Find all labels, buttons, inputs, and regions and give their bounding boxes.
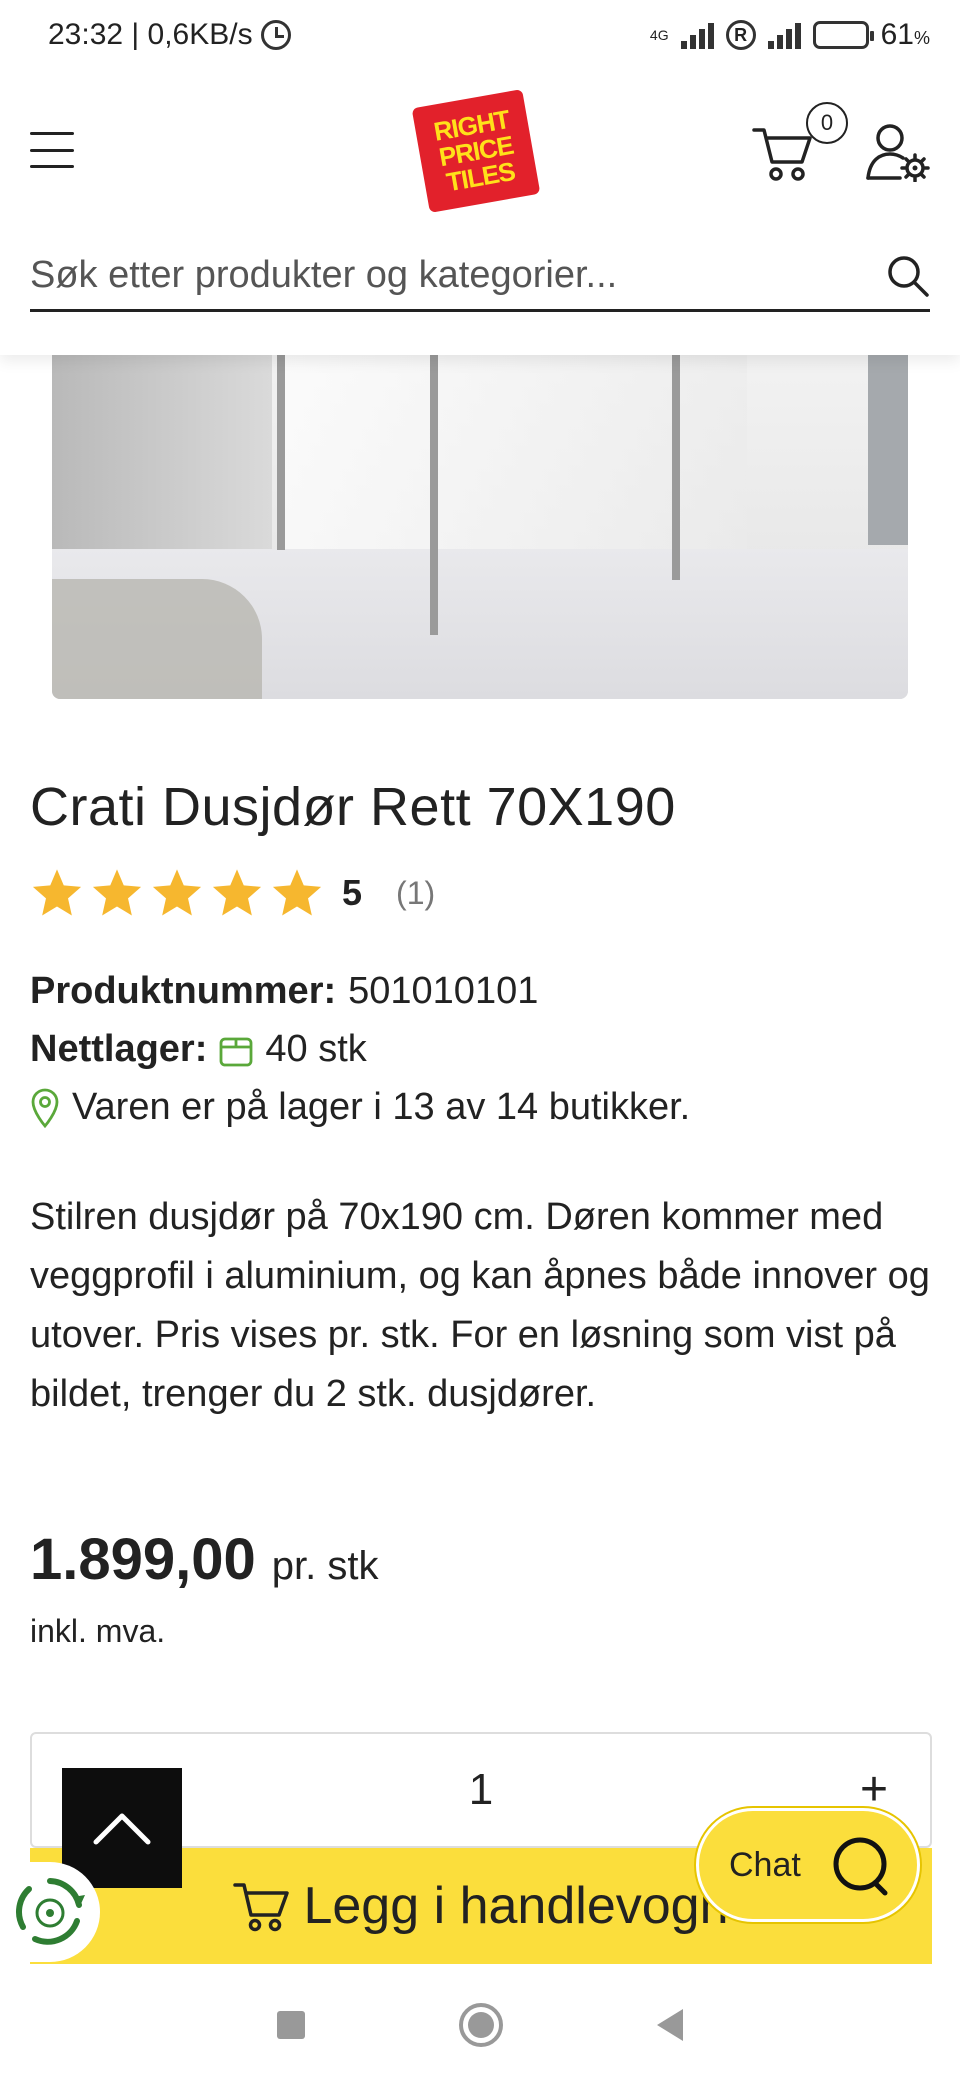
cart-icon — [233, 1883, 290, 1932]
status-time-speed: 23:32 | 0,6KB/s — [48, 18, 253, 51]
image-wall-right — [868, 355, 908, 545]
star-icon — [272, 869, 322, 916]
rating-count[interactable]: (1) — [396, 875, 435, 912]
product-number-line: Produktnummer: 501010101 — [30, 970, 538, 1013]
vat-note: inkl. mva. — [30, 1613, 166, 1649]
star-icon — [152, 869, 202, 916]
scroll-to-top-button[interactable] — [62, 1768, 182, 1888]
rating-stars — [30, 866, 324, 920]
alarm-icon — [260, 20, 291, 50]
recycle-icon — [16, 1878, 85, 1945]
search-input[interactable] — [30, 254, 850, 297]
cart-count-badge[interactable]: 0 — [806, 102, 848, 144]
price-unit: pr. stk — [271, 1544, 379, 1588]
chevron-up-icon — [93, 1813, 151, 1845]
site-logo[interactable]: RIGHT PRICE TILES — [411, 89, 541, 213]
status-right: 4G R 61% — [650, 18, 930, 52]
image-rug — [52, 579, 262, 699]
search-bar — [30, 242, 930, 312]
registered-icon: R — [725, 20, 756, 50]
product-image[interactable] — [52, 355, 908, 699]
status-left: 23:32 | 0,6KB/s — [48, 18, 291, 52]
network-type: 4G — [649, 27, 669, 43]
user-settings-icon[interactable] — [866, 122, 930, 182]
rating-value: 5 — [342, 872, 363, 913]
product-title: Crati Dusjdør Rett 70X190 — [30, 777, 676, 837]
image-door-profile-1 — [277, 355, 285, 550]
stock-label: Nettlager: — [30, 1028, 208, 1070]
eco-badge[interactable] — [0, 1862, 100, 1962]
product-price: 1.899,00 — [30, 1527, 256, 1592]
rating-row[interactable]: 5 (1) — [30, 866, 435, 920]
stock-value: 40 stk — [265, 1028, 367, 1070]
battery-icon — [812, 21, 874, 49]
price-row: 1.899,00 pr. stk — [30, 1526, 378, 1593]
system-nav-bar — [0, 1970, 960, 2080]
star-icon — [32, 869, 82, 916]
home-icon[interactable] — [459, 2003, 503, 2047]
back-icon[interactable] — [657, 2009, 683, 2041]
chat-button[interactable]: Chat — [696, 1808, 920, 1922]
star-icon — [92, 869, 142, 916]
recents-icon[interactable] — [277, 2011, 305, 2039]
store-availability-line[interactable]: Varen er på lager i 13 av 14 butikker. — [30, 1086, 690, 1129]
status-bar: 23:32 | 0,6KB/s 4G R 61% — [0, 0, 960, 70]
location-pin-icon — [31, 1088, 59, 1128]
add-to-cart-label: Legg i handlevogn — [303, 1877, 729, 1935]
signal-icon — [680, 21, 714, 49]
chat-bubble-icon — [833, 1837, 888, 1896]
box-icon — [219, 1037, 253, 1066]
signal-icon-2 — [767, 21, 801, 49]
star-icon — [212, 869, 262, 916]
menu-icon[interactable] — [30, 132, 74, 168]
site-header: RIGHT PRICE TILES 0 — [0, 70, 960, 355]
image-door-profile-2 — [430, 355, 438, 635]
image-door-profile-3 — [672, 355, 680, 580]
battery-percent: 61% — [880, 18, 930, 51]
product-number-label: Produktnummer: — [30, 970, 337, 1012]
store-availability-text: Varen er på lager i 13 av 14 butikker. — [72, 1086, 691, 1128]
product-number-value: 501010101 — [348, 970, 539, 1012]
cart-icon[interactable] — [752, 122, 814, 184]
search-icon[interactable] — [886, 254, 930, 298]
product-description: Stilren dusjdør på 70x190 cm. Døren komm… — [30, 1196, 930, 1415]
quantity-value[interactable]: 1 — [469, 1765, 493, 1815]
chat-label: Chat — [729, 1845, 801, 1884]
image-wall-left — [52, 355, 272, 555]
stock-line: Nettlager: 40 stk — [30, 1028, 367, 1071]
